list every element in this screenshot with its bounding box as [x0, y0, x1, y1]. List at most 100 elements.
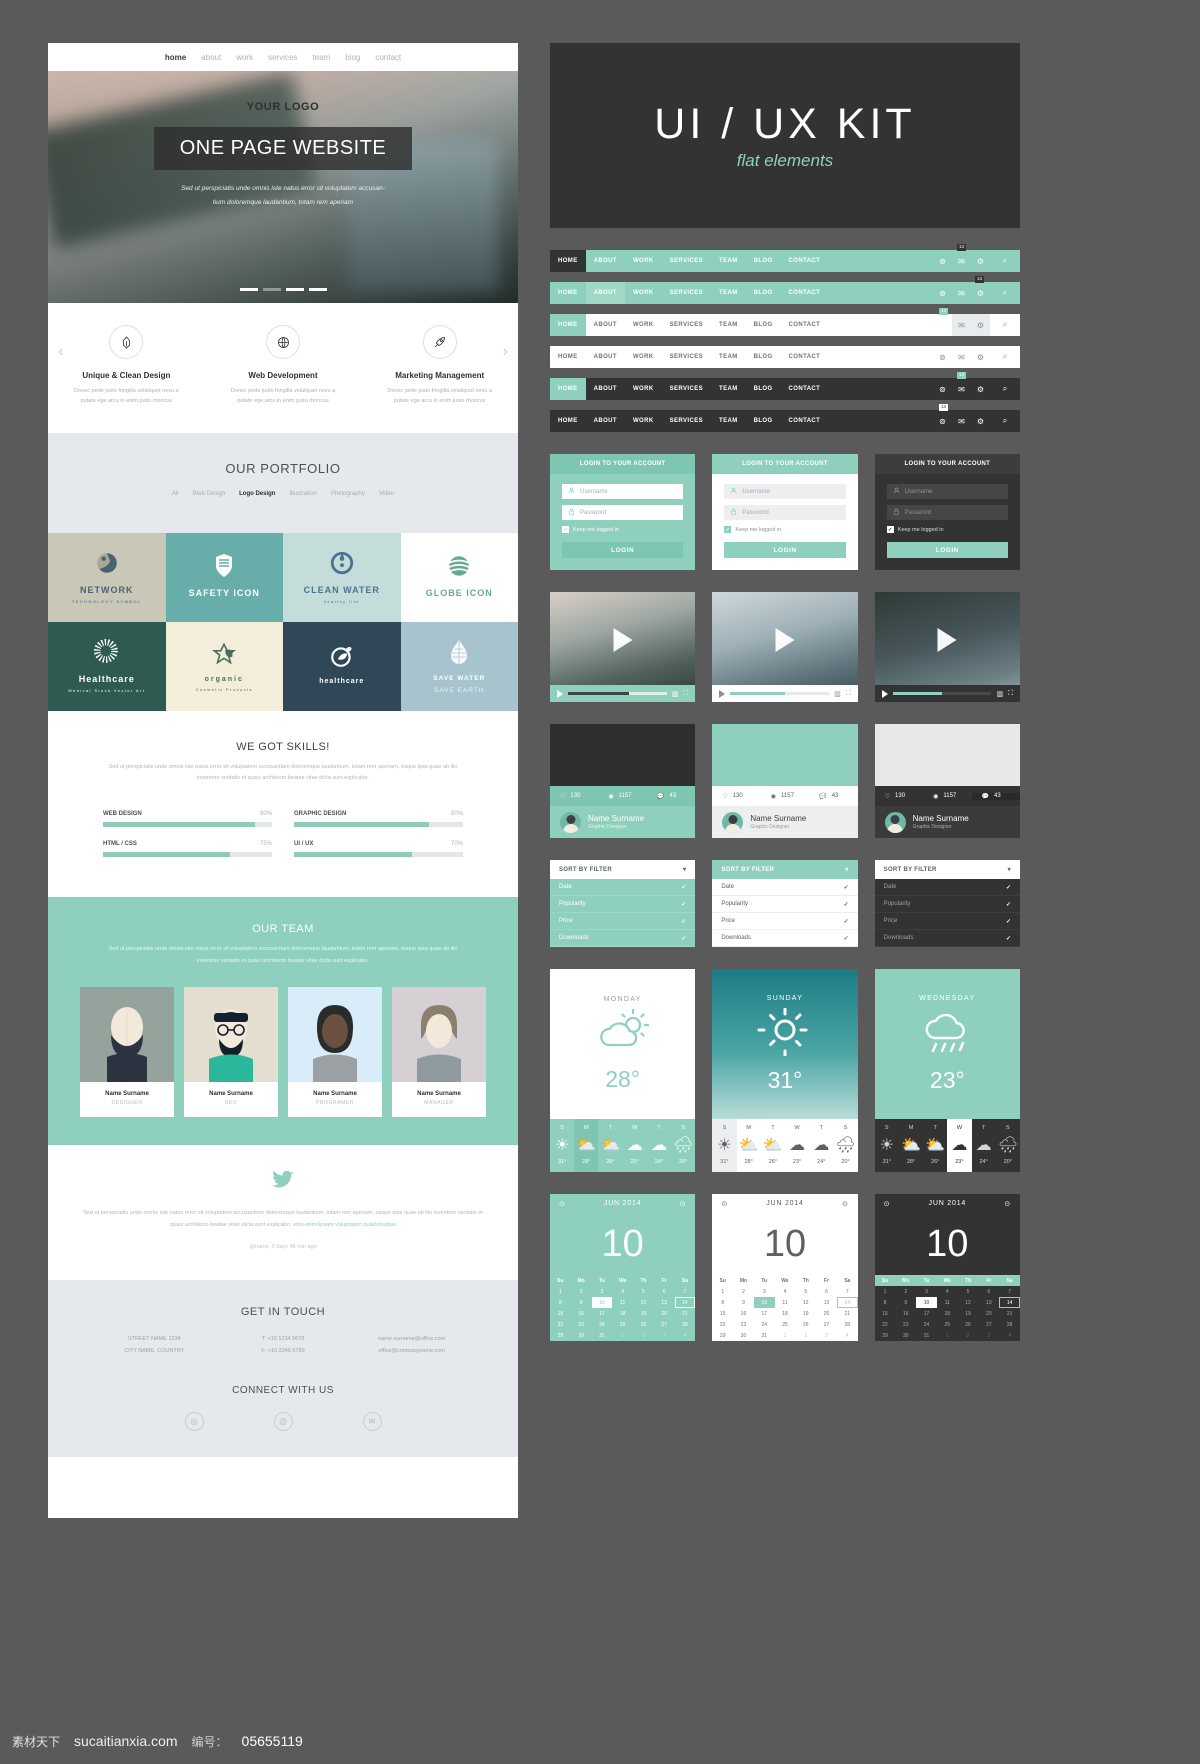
calendar-day[interactable]: 22 — [712, 1319, 733, 1330]
views-stat[interactable]: ◉ 1157 — [923, 793, 971, 800]
nav-item-blog[interactable]: BLOG — [746, 410, 781, 432]
calendar-day[interactable]: 6 — [654, 1286, 675, 1297]
calendar-day[interactable]: 22 — [875, 1319, 896, 1330]
calendar-day-selected[interactable]: 10 — [753, 1297, 775, 1308]
calendar-day[interactable]: 11 — [775, 1297, 796, 1308]
calendar-day[interactable]: 24 — [592, 1319, 613, 1330]
calendar-day[interactable]: 13 — [978, 1297, 999, 1308]
nav-item-home[interactable]: HOME — [550, 410, 586, 432]
portfolio-filter-video[interactable]: Video — [379, 491, 394, 497]
calendar-day[interactable]: 20 — [654, 1308, 675, 1319]
site-nav-item-work[interactable]: work — [236, 53, 253, 62]
navbar-teal-light-active[interactable]: HOME ABOUT WORK SERVICES TEAM BLOG CONTA… — [550, 276, 1020, 304]
calendar-day[interactable]: 22 — [550, 1319, 571, 1330]
calendar-day-muted[interactable]: 3 — [816, 1330, 837, 1341]
calendar-day-today[interactable]: 14 — [836, 1297, 858, 1308]
at-icon[interactable]: ⊚ — [933, 282, 952, 304]
weather-day-cell[interactable]: W ☁ 23° — [785, 1119, 809, 1172]
prev-circle-icon[interactable]: ⊙ — [721, 1200, 728, 1208]
username-field[interactable]: Username — [724, 484, 846, 499]
calendar-day[interactable]: 26 — [958, 1319, 979, 1330]
calendar-day[interactable]: 17 — [916, 1308, 937, 1319]
login-button[interactable]: LOGIN — [886, 542, 1008, 558]
portfolio-filter-all[interactable]: All — [172, 491, 179, 497]
search-icon[interactable]: ⌕ — [990, 378, 1020, 400]
prev-circle-icon[interactable]: ⊙ — [884, 1200, 891, 1208]
likes-stat[interactable]: ♡ 130 — [550, 793, 598, 800]
password-field[interactable]: Password — [562, 505, 684, 520]
player-controls[interactable]: ▥ ⛶ — [712, 685, 858, 702]
search-icon[interactable]: ⌕ — [990, 410, 1020, 432]
envelope-icon[interactable]: ✉ — [952, 378, 971, 400]
portfolio-filter-illustration[interactable]: Illustration — [289, 491, 316, 497]
filter-option-price[interactable]: Price ✓ — [874, 913, 1020, 930]
calendar-day[interactable]: 15 — [550, 1308, 571, 1319]
nav-item-services[interactable]: SERVICES — [662, 378, 711, 400]
calendar-day-muted[interactable]: 2 — [633, 1330, 654, 1341]
search-icon[interactable]: ⌕ — [990, 346, 1020, 368]
filter-option-price[interactable]: Price ✓ — [712, 913, 858, 930]
likes-stat[interactable]: ♡ 130 — [712, 793, 760, 800]
nav-item-services[interactable]: SERVICES — [662, 282, 711, 304]
nav-item-about[interactable]: ABOUT — [586, 250, 625, 272]
envelope-icon[interactable]: ✉ — [952, 282, 971, 304]
chevron-down-icon[interactable]: ▾ — [683, 866, 686, 873]
weather-day-cell[interactable]: M ⛅ 28° — [899, 1119, 923, 1172]
filter-option-date[interactable]: Date ✓ — [550, 879, 696, 896]
site-nav-item-home[interactable]: home — [165, 53, 186, 62]
envelope-icon[interactable]: ✉ — [952, 314, 971, 336]
calendar-day[interactable]: 27 — [654, 1319, 675, 1330]
weather-day-cell[interactable]: S 🌧 20° — [833, 1119, 857, 1172]
calendar-day[interactable]: 29 — [712, 1330, 733, 1341]
nav-item-services[interactable]: SERVICES — [662, 410, 711, 432]
calendar-day[interactable]: 7 — [999, 1286, 1020, 1297]
play-icon[interactable] — [881, 689, 888, 698]
equalizer-icon[interactable]: ▥ — [834, 690, 841, 698]
nav-item-work[interactable]: WORK — [625, 346, 662, 368]
calendar-day[interactable]: 2 — [895, 1286, 916, 1297]
calendar-day[interactable]: 12 — [633, 1297, 654, 1308]
nav-item-team[interactable]: TEAM — [711, 314, 746, 336]
at-icon[interactable]: ⊚ — [933, 378, 952, 400]
remember-checkbox[interactable]: ✓ Keep me logged in — [562, 526, 683, 533]
next-circle-icon[interactable]: ⊙ — [1004, 1200, 1011, 1208]
navbar-teal-dark-active[interactable]: HOME ABOUT WORK SERVICES TEAM BLOG CONTA… — [550, 244, 1020, 272]
nav-item-contact[interactable]: CONTACT — [781, 378, 829, 400]
weather-day-cell[interactable]: T ☁ 24° — [809, 1119, 833, 1172]
calendar-day[interactable]: 17 — [592, 1308, 613, 1319]
website-navbar[interactable]: home about work services team blog conta… — [48, 43, 518, 71]
nav-item-about[interactable]: ABOUT — [586, 314, 625, 336]
filter-option-popularity[interactable]: Popularity ✓ — [874, 896, 1020, 913]
chevron-down-icon[interactable]: ▾ — [1008, 866, 1011, 873]
calendar-day[interactable]: 9 — [733, 1297, 754, 1308]
site-nav-item-team[interactable]: team — [312, 53, 330, 62]
calendar-day[interactable]: 3 — [916, 1286, 937, 1297]
calendar-day[interactable]: 29 — [875, 1330, 896, 1341]
calendar-day[interactable]: 23 — [571, 1319, 592, 1330]
portfolio-filter-logo-design[interactable]: Logo Design — [239, 491, 275, 497]
nav-item-about[interactable]: ABOUT — [585, 282, 625, 304]
weather-day-cell[interactable]: S ☀ 31° — [712, 1119, 737, 1172]
comments-stat[interactable]: 💬 43 — [809, 793, 857, 800]
calendar-day[interactable]: 24 — [916, 1319, 937, 1330]
calendar-day[interactable]: 25 — [775, 1319, 796, 1330]
carousel-dot-4[interactable] — [308, 288, 327, 291]
calendar-day[interactable]: 12 — [958, 1297, 979, 1308]
calendar-day[interactable]: 21 — [837, 1308, 858, 1319]
calendar-day-muted[interactable]: 1 — [775, 1330, 796, 1341]
calendar-day[interactable]: 28 — [837, 1319, 858, 1330]
site-nav-item-services[interactable]: services — [268, 53, 297, 62]
password-field[interactable]: Password — [886, 505, 1008, 520]
calendar-day[interactable]: 11 — [937, 1297, 958, 1308]
navbar-dark-teal-active[interactable]: HOME ABOUT WORK SERVICES TEAM BLOG CONTA… — [550, 372, 1020, 400]
calendar-day[interactable]: 16 — [733, 1308, 754, 1319]
calendar-day[interactable]: 31 — [592, 1330, 613, 1341]
gear-icon[interactable]: ⚙ — [971, 410, 990, 432]
envelope-icon[interactable]: ✉ — [952, 410, 971, 432]
nav-item-home[interactable]: HOME — [550, 378, 586, 400]
calendar-day[interactable]: 23 — [895, 1319, 916, 1330]
calendar-day[interactable]: 4 — [937, 1286, 958, 1297]
calendar-day[interactable]: 31 — [916, 1330, 937, 1341]
weather-day-cell[interactable]: M ⛅ 28° — [574, 1119, 599, 1172]
nav-item-blog[interactable]: BLOG — [746, 282, 781, 304]
